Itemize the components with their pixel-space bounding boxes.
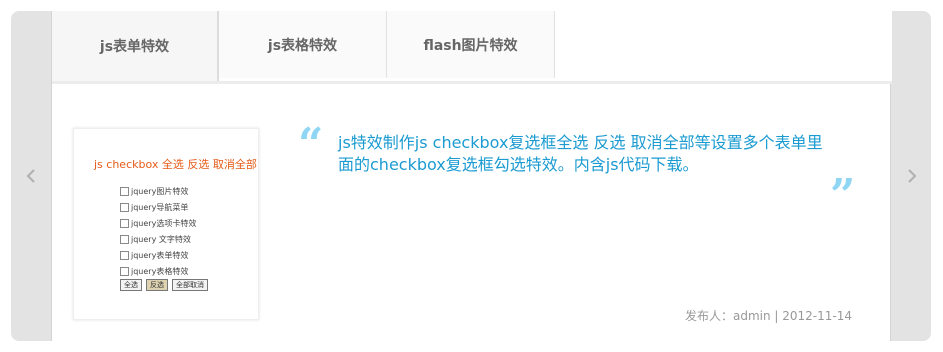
slide-thumbnail[interactable]: js checkbox 全选 反选 取消全部 jquery图片特效 jquery…: [73, 128, 259, 320]
prev-slide-button[interactable]: [11, 11, 50, 341]
thumbnail-checkbox-list: jquery图片特效 jquery导航菜单 jquery选项卡特效 jquery…: [120, 183, 196, 279]
open-quote-icon: “: [298, 119, 324, 170]
checkbox-icon: [120, 218, 129, 228]
thumbnail-item-label: jquery选项卡特效: [131, 218, 197, 228]
checkbox-icon: [120, 234, 129, 244]
chevron-right-icon: [907, 169, 916, 183]
thumbnail-title: js checkbox 全选 反选 取消全部: [94, 158, 257, 171]
thumbnail-item-label: jquery 文字特效: [131, 234, 191, 244]
slide-description[interactable]: js特效制作js checkbox复选框全选 反选 取消全部等设置多个表单里面的…: [338, 132, 838, 176]
tab-label: js表单特效: [99, 39, 170, 55]
tab-bar: js表单特效 js表格特效 flash图片特效: [52, 11, 892, 84]
thumbnail-checkbox-item: jquery表单特效: [120, 247, 196, 263]
thumbnail-invert-button: 反选: [146, 279, 168, 291]
thumbnail-select-all-button: 全选: [120, 279, 142, 291]
slider-frame: js表单特效 js表格特效 flash图片特效 js checkbox 全选 反…: [11, 11, 931, 341]
tab-label: flash图片特效: [423, 37, 518, 54]
checkbox-icon: [120, 202, 129, 212]
thumbnail-checkbox-item: jquery 文字特效: [120, 231, 196, 247]
thumbnail-checkbox-item: jquery导航菜单: [120, 199, 196, 215]
tab-flash-image-effects[interactable]: flash图片特效: [387, 11, 555, 78]
thumbnail-item-label: jquery表格特效: [131, 266, 189, 276]
thumbnail-item-label: jquery导航菜单: [131, 202, 189, 212]
tab-js-form-effects[interactable]: js表单特效: [52, 11, 219, 81]
thumbnail-checkbox-item: jquery图片特效: [120, 183, 196, 199]
next-slide-button[interactable]: [892, 11, 931, 341]
thumbnail-buttons: 全选 反选 全部取消: [120, 279, 208, 291]
thumbnail-item-label: jquery表单特效: [131, 250, 189, 260]
chevron-left-icon: [26, 169, 35, 183]
checkbox-icon: [120, 186, 129, 196]
checkbox-icon: [120, 250, 129, 260]
tab-js-table-effects[interactable]: js表格特效: [219, 11, 387, 78]
thumbnail-item-label: jquery图片特效: [131, 186, 189, 196]
close-quote-icon: ”: [830, 170, 856, 221]
thumbnail-checkbox-item: jquery表格特效: [120, 263, 196, 279]
thumbnail-checkbox-item: jquery选项卡特效: [120, 215, 196, 231]
slide-meta: 发布人：admin | 2012-11-14: [684, 309, 852, 323]
tab-label: js表格特效: [267, 37, 338, 54]
checkbox-icon: [120, 266, 129, 276]
slide-content: js表单特效 js表格特效 flash图片特效 js checkbox 全选 反…: [51, 11, 892, 341]
thumbnail-clear-all-button: 全部取消: [172, 279, 208, 291]
